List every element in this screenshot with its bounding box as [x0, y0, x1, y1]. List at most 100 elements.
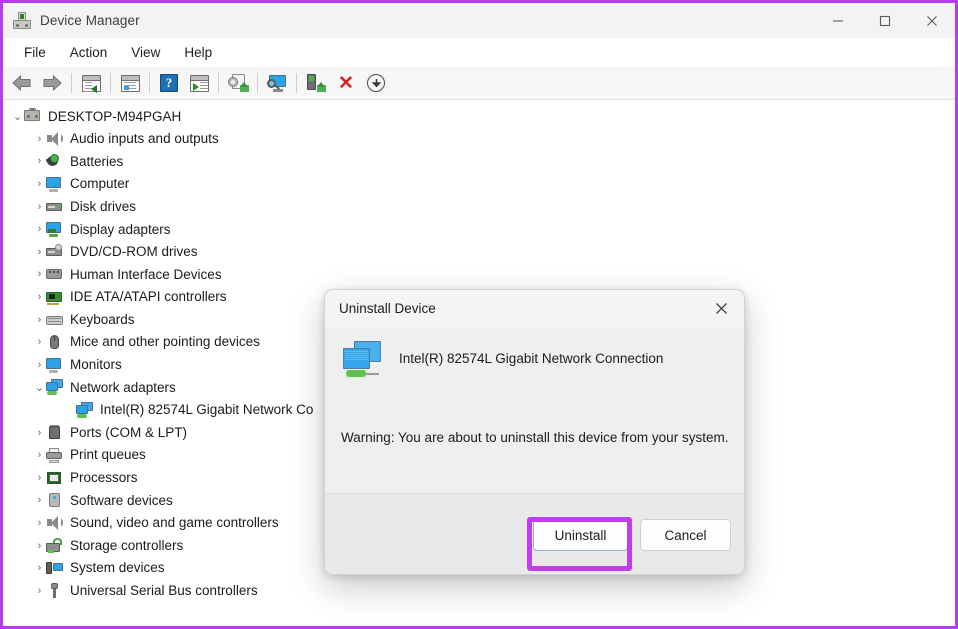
chevron-right-icon[interactable]: ›	[33, 359, 46, 371]
chevron-right-icon[interactable]: ›	[33, 246, 46, 258]
tree-item-label: Network adapters	[70, 379, 176, 395]
monitor-icon	[46, 357, 63, 373]
back-arrow-icon	[12, 74, 31, 92]
chevron-right-icon[interactable]: ›	[33, 178, 46, 190]
network-adapter-icon	[76, 402, 93, 419]
window-title: Device Manager	[40, 13, 140, 28]
enable-device-button[interactable]	[301, 69, 331, 97]
dialog-title-bar: Uninstall Device	[325, 290, 744, 327]
properties-button[interactable]	[115, 69, 145, 97]
hid-icon	[46, 266, 63, 282]
chevron-right-icon[interactable]: ›	[33, 314, 46, 326]
tree-item-label: IDE ATA/ATAPI controllers	[70, 289, 227, 305]
tree-item-display-adapters[interactable]: › Display adapters	[3, 218, 463, 241]
show-hide-console-tree-button[interactable]	[76, 69, 106, 97]
chevron-right-icon[interactable]: ›	[33, 449, 46, 461]
toolbar: ? ✕	[3, 67, 955, 100]
chevron-right-icon[interactable]: ›	[33, 585, 46, 597]
tree-item-dvd-drives[interactable]: › DVD/CD-ROM drives	[3, 241, 463, 264]
chevron-right-icon[interactable]: ›	[33, 133, 46, 145]
tree-item-label: System devices	[70, 560, 165, 576]
close-button[interactable]	[908, 3, 955, 38]
toolbar-separator	[257, 73, 258, 93]
network-adapter-icon	[341, 339, 385, 377]
enable-device-icon	[306, 74, 326, 92]
port-icon	[46, 424, 63, 441]
chevron-down-icon[interactable]: ⌄	[33, 381, 46, 394]
maximize-button[interactable]	[861, 3, 908, 38]
forward-button[interactable]	[37, 69, 67, 97]
tree-item-disk-drives[interactable]: › Disk drives	[3, 195, 463, 218]
uninstall-device-button[interactable]: ✕	[331, 69, 361, 97]
close-icon	[715, 303, 727, 314]
tree-item-audio[interactable]: › Audio inputs and outputs	[3, 128, 463, 151]
toolbar-separator	[218, 73, 219, 93]
minimize-button[interactable]	[814, 3, 861, 38]
tree-item-label: Display adapters	[70, 221, 171, 237]
chevron-right-icon[interactable]: ›	[33, 427, 46, 439]
dialog-close-button[interactable]	[698, 290, 744, 327]
tree-item-label: Monitors	[70, 357, 122, 373]
action-pane-icon	[189, 74, 209, 92]
menu-item-view[interactable]: View	[119, 42, 172, 63]
help-button[interactable]: ?	[154, 69, 184, 97]
printer-icon	[46, 447, 63, 464]
device-manager-icon	[13, 11, 31, 30]
processor-icon	[46, 470, 63, 486]
tree-item-label: Processors	[70, 470, 138, 486]
download-circle-icon	[367, 74, 385, 92]
console-tree-icon	[81, 74, 101, 93]
uninstall-button[interactable]: Uninstall	[533, 519, 628, 551]
chevron-right-icon[interactable]: ›	[33, 155, 46, 167]
tree-item-label: Software devices	[70, 492, 173, 508]
tree-item-computer[interactable]: › Computer	[3, 173, 463, 196]
update-driver-button[interactable]	[223, 69, 253, 97]
properties-icon	[120, 74, 140, 92]
chevron-right-icon[interactable]: ›	[33, 472, 46, 484]
menu-item-file[interactable]: File	[12, 42, 58, 63]
chevron-right-icon[interactable]: ›	[33, 223, 46, 235]
help-icon: ?	[160, 74, 178, 92]
software-device-icon	[46, 492, 63, 508]
device-manager-window: Device Manager File Action View Help ? ✕…	[0, 0, 958, 629]
chevron-right-icon[interactable]: ›	[33, 268, 46, 280]
chevron-right-icon[interactable]: ›	[33, 291, 46, 303]
chevron-right-icon[interactable]: ›	[33, 336, 46, 348]
chevron-right-icon[interactable]: ›	[33, 201, 46, 213]
window-controls	[814, 3, 955, 38]
mouse-icon	[46, 334, 63, 350]
disable-device-button[interactable]	[361, 69, 391, 97]
menu-bar: File Action View Help	[3, 38, 955, 67]
tree-item-label: Intel(R) 82574L Gigabit Network Co	[100, 402, 314, 418]
chevron-right-icon[interactable]: ›	[33, 494, 46, 506]
usb-controller-icon	[46, 582, 63, 599]
tree-item-label: Audio inputs and outputs	[70, 131, 219, 147]
tree-item-label: Mice and other pointing devices	[70, 334, 260, 350]
speaker-icon	[46, 131, 63, 147]
menu-item-help[interactable]: Help	[172, 42, 224, 63]
chevron-right-icon[interactable]: ›	[33, 540, 46, 552]
tree-item-label: Universal Serial Bus controllers	[70, 583, 258, 599]
chevron-right-icon[interactable]: ›	[33, 517, 46, 529]
tree-item-batteries[interactable]: › Batteries	[3, 150, 463, 173]
dialog-title: Uninstall Device	[339, 301, 436, 316]
back-button[interactable]	[7, 69, 37, 97]
menu-item-action[interactable]: Action	[58, 42, 120, 63]
show-hide-action-pane-button[interactable]	[184, 69, 214, 97]
toolbar-separator	[110, 73, 111, 93]
tree-item-label: Sound, video and game controllers	[70, 515, 279, 531]
dvd-drive-icon	[46, 243, 63, 260]
scan-for-hardware-changes-button[interactable]	[262, 69, 292, 97]
chevron-down-icon[interactable]: ⌄	[11, 110, 24, 123]
keyboard-icon	[46, 312, 63, 328]
red-x-icon: ✕	[338, 72, 354, 94]
tree-root-item[interactable]: ⌄ DESKTOP-M94PGAH	[3, 105, 463, 128]
cancel-button[interactable]: Cancel	[640, 519, 731, 551]
chevron-right-icon[interactable]: ›	[33, 562, 46, 574]
tree-item-label: Keyboards	[70, 311, 135, 327]
battery-icon	[46, 153, 63, 169]
computer-icon	[24, 108, 41, 124]
dialog-device-row: Intel(R) 82574L Gigabit Network Connecti…	[341, 339, 663, 377]
tree-item-hid[interactable]: › Human Interface Devices	[3, 263, 463, 286]
tree-item-usb-controllers[interactable]: › Universal Serial Bus controllers	[3, 579, 463, 602]
